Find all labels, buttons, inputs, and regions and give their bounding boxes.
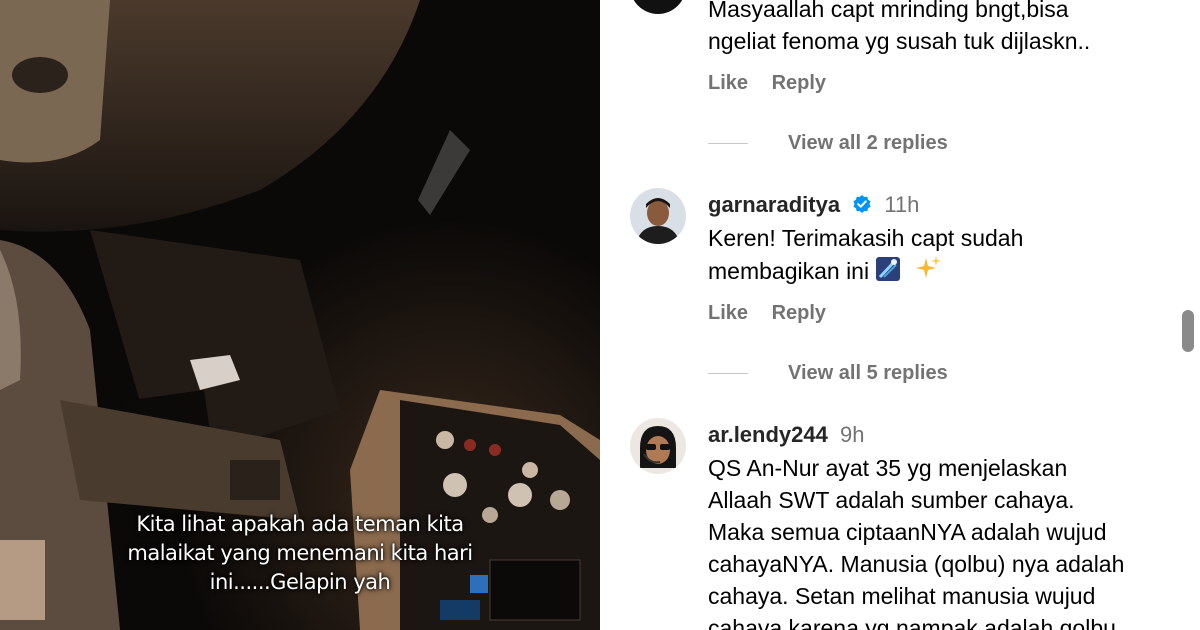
- comment-text-line: ngeliat fenoma yg susah tuk dijlaskn..: [708, 28, 1091, 54]
- caption-line: Kita lihat apakah ada teman kita: [136, 512, 464, 536]
- caption-line: ini......Gelapin yah: [209, 570, 391, 594]
- avatar-garnaraditya[interactable]: [630, 188, 686, 244]
- username-label[interactable]: garnaraditya: [708, 192, 840, 217]
- avatar-ar-lendy244[interactable]: [630, 418, 686, 474]
- reply-button[interactable]: Reply: [772, 72, 826, 94]
- comments-panel: Masyaallah capt mrinding bngt,bisa ngeli…: [600, 0, 1178, 630]
- username-label[interactable]: ar.lendy244: [708, 422, 828, 447]
- comment-time: 11h: [884, 192, 920, 217]
- comment-text-line: QS An-Nur ayat 35 yg menjelaskan: [708, 455, 1068, 481]
- comment-text: QS An-Nur ayat 35 yg menjelaskan Allaah …: [708, 452, 1168, 630]
- comment-text: Masyaallah capt mrinding bngt,bisa ngeli…: [708, 0, 1168, 57]
- avatar-image: [630, 0, 686, 14]
- like-button[interactable]: Like: [708, 302, 748, 324]
- comment-actions: Like Reply: [708, 302, 844, 325]
- comment-actions: Like Reply: [708, 72, 844, 95]
- view-replies-button[interactable]: View all 5 replies: [708, 362, 948, 385]
- comment-username[interactable]: ar.lendy244 9h: [708, 422, 864, 448]
- comment-text-line: membagikan ini: [708, 258, 870, 284]
- like-button[interactable]: Like: [708, 72, 748, 94]
- comment-text-line-with-emojis: membagikan ini: [708, 254, 1168, 287]
- avatar-image: [630, 418, 686, 474]
- comment-text-line: Maka semua ciptaanNYA adalah wujud: [708, 519, 1107, 545]
- reply-button[interactable]: Reply: [772, 302, 826, 324]
- divider-line: [708, 143, 748, 144]
- view-replies-label: View all 2 replies: [788, 132, 948, 154]
- avatar-image: [630, 188, 686, 244]
- view-replies-label: View all 5 replies: [788, 362, 948, 384]
- comment-text-line: Allaah SWT adalah sumber cahaya.: [708, 487, 1075, 513]
- comment-text-line: cahayaNYA. Manusia (qolbu) nya adalah: [708, 551, 1125, 577]
- comment-text-line: Keren! Terimakasih capt sudah: [708, 225, 1024, 251]
- verified-badge-icon: [853, 195, 871, 213]
- comet-emoji-icon: [876, 257, 901, 281]
- comment-text-line: cahaya. Setan melihat manusia wujud: [708, 583, 1096, 609]
- comment-username[interactable]: garnaraditya 11h: [708, 192, 919, 218]
- comment-text-line: cahaya karena yg nampak adalah qolbu: [708, 615, 1116, 630]
- video-caption: Kita lihat apakah ada teman kita malaika…: [100, 510, 500, 597]
- view-replies-button[interactable]: View all 2 replies: [708, 132, 948, 155]
- sparkles-emoji-icon: [915, 256, 941, 278]
- comment-text: Keren! Terimakasih capt sudah membagikan…: [708, 222, 1168, 287]
- scrollbar-thumb[interactable]: [1182, 310, 1194, 352]
- video-player[interactable]: Kita lihat apakah ada teman kita malaika…: [0, 0, 600, 630]
- divider-line: [708, 373, 748, 374]
- comment-text-line: Masyaallah capt mrinding bngt,bisa: [708, 0, 1069, 22]
- comment-time: 9h: [840, 422, 865, 447]
- caption-line: malaikat yang menemani kita hari: [127, 541, 473, 565]
- avatar[interactable]: [630, 0, 686, 14]
